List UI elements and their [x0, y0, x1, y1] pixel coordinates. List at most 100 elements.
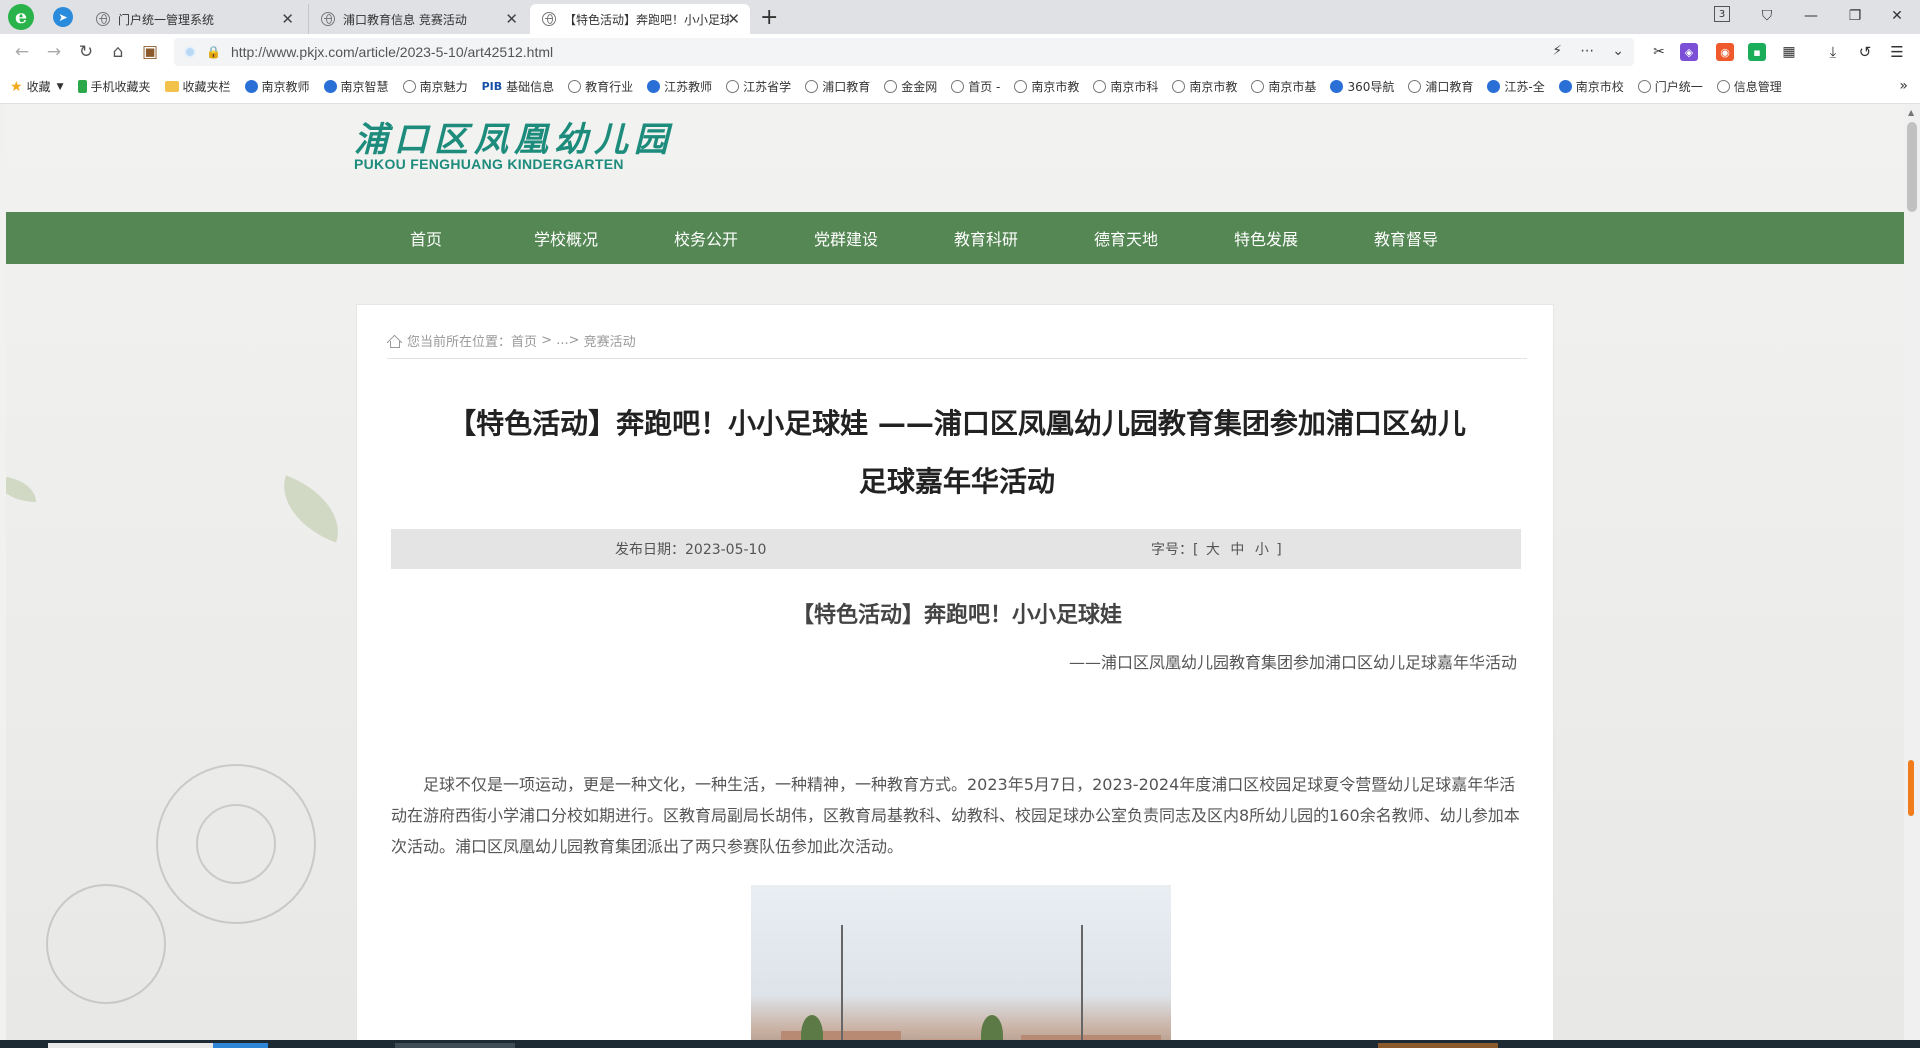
scissors-icon[interactable]: ✂	[1650, 43, 1668, 61]
back-icon[interactable]: ←	[10, 40, 34, 64]
url-field[interactable]: 🔒 http://www.pkjx.com/article/2023-5-10/…	[174, 38, 1634, 66]
article-panel: 您当前所在位置： 首页 > ... > 竞赛活动 【特色活动】奔跑吧！小小足球娃…	[356, 304, 1554, 1040]
breadcrumb-ellipsis[interactable]: ...	[556, 333, 568, 348]
window-close-icon[interactable]: ✕	[1886, 4, 1908, 28]
bookmark-item[interactable]: 南京市科	[1093, 78, 1158, 95]
browser-logo-icon[interactable]: e	[8, 4, 34, 30]
bookmark-label: 浦口教育	[822, 80, 871, 94]
bookmark-item[interactable]: 浦口教育	[1408, 78, 1473, 95]
nav-item[interactable]: 德育天地	[1056, 226, 1196, 250]
bookmark-item[interactable]: 收藏夹栏	[164, 78, 231, 95]
site-logo-cn[interactable]: 浦口区凤凰幼儿园	[354, 112, 674, 161]
bookmark-item[interactable]: 南京魅力	[402, 78, 468, 95]
more-bookmarks-icon[interactable]: »	[1899, 78, 1908, 94]
menu-icon[interactable]: ☰	[1888, 43, 1906, 61]
flower-decoration	[196, 804, 276, 884]
nav-item[interactable]: 党群建设	[776, 226, 916, 250]
article-photo[interactable]	[751, 885, 1171, 1040]
tab-article-active[interactable]: 【特色活动】奔跑吧！小小足球娃 ✕	[530, 4, 750, 34]
scrollbar-thumb[interactable]	[1907, 122, 1917, 212]
download-icon[interactable]: ⤓	[1824, 43, 1842, 61]
photo-light-pole	[1081, 925, 1083, 1040]
nav-item[interactable]: 首页	[356, 226, 496, 250]
bookmark-item[interactable]: 南京市基	[1251, 78, 1316, 95]
bookmark-item[interactable]: 首页 -	[951, 78, 1000, 95]
scroll-up-icon[interactable]: ▲	[1908, 108, 1914, 117]
bookmark-label: 360导航	[1347, 80, 1395, 94]
page-viewport: 浦口区凤凰幼儿园 PUKOU FENGHUANG KINDERGARTEN 首页…	[6, 104, 1904, 1040]
taskbar-item[interactable]	[213, 1043, 268, 1048]
bookmark-item[interactable]: 金金网	[884, 78, 937, 95]
tab-competition[interactable]: 浦口教育信息 竞赛活动 ✕	[308, 4, 528, 34]
bookmark-item[interactable]: 教育行业	[568, 78, 633, 95]
side-widget-handle[interactable]	[1908, 760, 1914, 816]
url-text[interactable]: http://www.pkjx.com/article/2023-5-10/ar…	[231, 44, 553, 60]
bookmark-item[interactable]: 门户统一	[1637, 78, 1703, 95]
bookmark-item[interactable]: 360导航	[1330, 78, 1394, 95]
tab-portal[interactable]: 门户统一管理系统 ✕	[84, 4, 304, 34]
bookmark-item[interactable]: 南京智慧	[323, 78, 389, 95]
chevron-down-icon[interactable]: ▼	[57, 82, 64, 92]
restore-icon[interactable]: ❐	[1844, 4, 1866, 28]
close-icon[interactable]: ✕	[727, 10, 740, 28]
lightning-icon[interactable]: ⚡	[1552, 43, 1562, 59]
home-icon[interactable]: ⌂	[106, 40, 130, 64]
refresh-icon[interactable]: ↻	[74, 40, 98, 64]
chevron-down-icon[interactable]: ⌄	[1612, 43, 1624, 59]
globe-icon	[96, 12, 110, 26]
font-size-small-link[interactable]: 小	[1255, 542, 1269, 558]
bookmark-label: 门户统一	[1654, 80, 1703, 94]
nav-item[interactable]: 学校概况	[496, 226, 636, 250]
bookmark-item[interactable]: ★ 收藏 ▼	[10, 78, 64, 95]
taskbar-item[interactable]	[395, 1043, 515, 1048]
bookmark-item[interactable]: 江苏教师	[647, 78, 712, 95]
font-size-medium-link[interactable]: 中	[1230, 542, 1244, 558]
bookmark-item[interactable]: 江苏省学	[726, 78, 791, 95]
minimize-icon[interactable]: —	[1800, 4, 1822, 28]
more-icon[interactable]: ⋯	[1580, 43, 1594, 59]
breadcrumb-current-link[interactable]: 竞赛活动	[584, 331, 636, 350]
page-scrollbar[interactable]: ▲	[1904, 104, 1920, 1040]
breadcrumb-home-link[interactable]: 首页	[511, 331, 537, 350]
bookmark-item[interactable]: 南京市教	[1172, 78, 1237, 95]
nav-item[interactable]: 教育科研	[916, 226, 1056, 250]
taskbar-item[interactable]	[48, 1043, 213, 1048]
os-taskbar	[0, 1040, 1920, 1048]
toolbox-icon[interactable]: ▣	[138, 40, 162, 64]
bookmark-item[interactable]: 浦口教育	[805, 78, 870, 95]
bookmark-label: 手机收藏夹	[90, 80, 151, 94]
bookmark-item[interactable]: 手机收藏夹	[77, 78, 151, 95]
taskbar-item[interactable]	[1378, 1043, 1498, 1048]
undo-icon[interactable]: ↺	[1856, 43, 1874, 61]
close-icon[interactable]: ✕	[281, 10, 294, 28]
tab-count-badge[interactable]: 3	[1714, 6, 1730, 22]
bookmark-item[interactable]: PIB 基础信息	[482, 78, 555, 95]
breadcrumb-prefix: 您当前所在位置：	[407, 335, 512, 350]
chat-icon[interactable]: ▪	[1748, 43, 1766, 61]
extension-purple-icon[interactable]: ◈	[1680, 43, 1698, 61]
pinned-tab-icon[interactable]: ➤	[53, 7, 73, 27]
bookmark-item[interactable]: 信息管理	[1716, 78, 1782, 95]
bookmark-item[interactable]: 南京市教	[1014, 78, 1079, 95]
nav-item[interactable]: 教育督导	[1336, 226, 1476, 250]
nav-item[interactable]: 特色发展	[1196, 226, 1336, 250]
apps-grid-icon[interactable]: ▦	[1780, 43, 1798, 61]
not-secure-icon[interactable]: 🔒	[206, 45, 221, 59]
bookmark-label: 南京市科	[1110, 80, 1159, 94]
publish-date-label: 发布日期：	[615, 542, 685, 558]
font-size-large-link[interactable]: 大	[1206, 542, 1220, 558]
nav-item[interactable]: 校务公开	[636, 226, 776, 250]
pib-icon: PIB	[481, 80, 503, 93]
new-tab-button[interactable]: +	[760, 5, 778, 30]
skin-icon[interactable]: ⛉	[1756, 4, 1778, 28]
bookmark-item[interactable]: 南京教师	[244, 78, 310, 95]
star-icon: ★	[10, 78, 23, 95]
close-icon[interactable]: ✕	[505, 10, 518, 28]
tab-label: 【特色活动】奔跑吧！小小足球娃	[564, 12, 729, 27]
forward-icon[interactable]: →	[42, 40, 66, 64]
phone-icon	[77, 80, 87, 93]
bookmark-item[interactable]: 江苏-全	[1487, 78, 1545, 95]
article-title-line: 足球嘉年华活动	[858, 465, 1055, 498]
bookmark-item[interactable]: 南京市校	[1558, 78, 1624, 95]
game-icon[interactable]: ◉	[1716, 43, 1734, 61]
